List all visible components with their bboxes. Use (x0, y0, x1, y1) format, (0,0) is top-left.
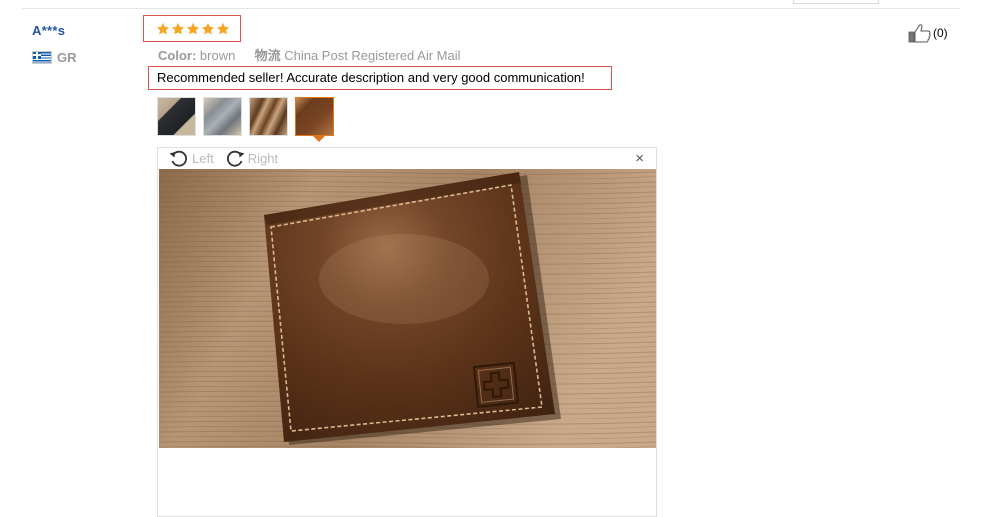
reviewer-country: GR (32, 49, 77, 65)
thumbs-up-icon (908, 24, 931, 43)
close-icon[interactable]: × (635, 151, 644, 166)
top-control-edge (793, 0, 879, 4)
photo-thumbnail-selected[interactable] (295, 97, 334, 136)
photo-viewer: Left Right × (157, 147, 657, 517)
wallet-photo-image (159, 169, 656, 448)
rotate-right-icon (226, 150, 245, 167)
star-icon (201, 22, 215, 35)
rotate-right-label: Right (247, 150, 279, 166)
photo-thumbnails (157, 97, 341, 136)
star-icon (216, 22, 230, 35)
shipping-label: 物流 (254, 48, 281, 63)
viewer-toolbar: Left Right (168, 148, 288, 168)
star-icon (171, 22, 185, 35)
reviewer-name: A***s (32, 23, 66, 38)
helpful-button[interactable]: (0) (908, 23, 948, 43)
rotate-left-icon (169, 150, 187, 167)
star-icon (186, 22, 200, 35)
color-value: brown (199, 48, 236, 63)
star-rating (143, 15, 241, 42)
helpful-count: (0) (933, 26, 948, 40)
star-icon (156, 22, 170, 35)
order-info: Color: brown 物流 China Post Registered Ai… (158, 45, 461, 64)
rotate-right-button[interactable]: Right (224, 148, 278, 168)
feedback-text: Recommended seller! Accurate description… (148, 66, 612, 90)
review-photo (159, 169, 656, 448)
rotate-left-button[interactable]: Left (168, 148, 214, 168)
rotate-left-label: Left (192, 150, 214, 166)
country-code: GR (57, 49, 77, 65)
photo-thumbnail[interactable] (249, 97, 288, 136)
color-label: Color: (158, 48, 197, 63)
selected-thumbnail-indicator (313, 136, 325, 142)
photo-thumbnail[interactable] (203, 97, 242, 136)
photo-thumbnail[interactable] (157, 97, 196, 136)
greece-flag-icon (32, 50, 52, 64)
top-divider (22, 8, 960, 9)
shipping-value: China Post Registered Air Mail (284, 48, 461, 63)
